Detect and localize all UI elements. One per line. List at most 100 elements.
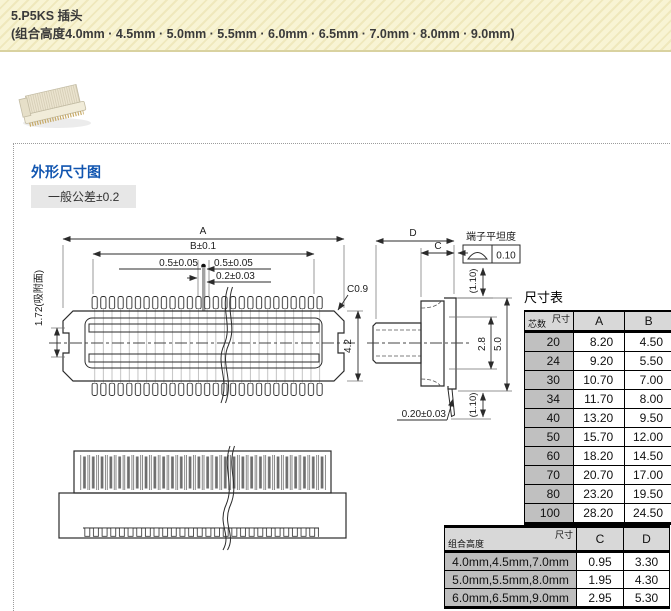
pins-cell: 70 <box>524 465 574 485</box>
dim-b-label: B±0.1 <box>190 241 216 252</box>
section-title: 外形尺寸图 <box>31 164 101 180</box>
c-cell: 2.95 <box>576 588 624 608</box>
top-pin-row <box>90 296 324 309</box>
size-table: 尺寸 芯数 A B 20 8.20 4.50 24 9.20 5.50 30 10.70 7… <box>524 310 671 525</box>
dim-02-label: 0.2±0.03 <box>216 271 255 282</box>
teeth-row <box>83 528 319 537</box>
corner-label-pins: 芯数 <box>528 319 547 329</box>
table-row: 40 13.20 9.50 <box>524 408 671 428</box>
flatness-value: 0.10 <box>496 251 516 262</box>
table-row: 100 28.20 24.50 <box>524 503 671 524</box>
a-cell: 18.20 <box>572 446 626 466</box>
pins-cell: 34 <box>524 389 574 409</box>
a-cell: 10.70 <box>572 370 626 390</box>
a-cell: 11.70 <box>572 389 626 409</box>
height-table-corner-cell: 尺寸 组合高度 <box>444 526 577 553</box>
table-row: 6.0mm,6.5mm,9.0mm 2.95 5.30 <box>444 588 670 608</box>
dim-a-label: A <box>200 226 207 237</box>
slot-row <box>80 455 326 490</box>
paren-110-bottom-label: (1.10) <box>468 393 479 418</box>
corner-label-stack-height: 组合高度 <box>448 539 485 549</box>
height-cell: 5.0mm,5.5mm,8.0mm <box>444 570 577 589</box>
flatness-tolerance-box: 0.10 <box>462 244 521 264</box>
dim-28-label: 2.8 <box>477 337 488 351</box>
product-header: 5.P5KS 插头 (组合高度4.0mm · 4.5mm · 5.0mm · 5… <box>0 0 671 52</box>
terminal-flatness-label: 端子平坦度 <box>466 230 516 243</box>
pickup-face-label: 1.72(吸附面) <box>32 270 45 326</box>
b-cell: 8.00 <box>624 389 671 409</box>
pins-cell: 20 <box>524 331 574 352</box>
corner-label-size: 尺寸 <box>551 314 570 324</box>
b-cell: 7.00 <box>624 370 671 390</box>
height-cell: 6.0mm,6.5mm,9.0mm <box>444 588 577 608</box>
a-cell: 20.70 <box>572 465 626 485</box>
dim-half-left-label: 0.5±0.05 <box>159 258 198 269</box>
d-cell: 4.30 <box>623 570 670 589</box>
table-row: 34 11.70 8.00 <box>524 389 671 409</box>
b-cell: 19.50 <box>624 484 671 504</box>
a-cell: 15.70 <box>572 427 626 447</box>
size-table-corner-cell: 尺寸 芯数 <box>524 310 574 333</box>
col-header-b: B <box>624 310 671 333</box>
col-header-a: A <box>572 310 626 333</box>
b-cell: 17.00 <box>624 465 671 485</box>
connector-body-outline <box>62 310 345 382</box>
b-cell: 12.00 <box>624 427 671 447</box>
b-cell: 4.50 <box>624 331 671 352</box>
paren-110-top-label: (1.10) <box>468 269 479 294</box>
pins-cell: 100 <box>524 503 574 524</box>
size-table-header-row: 尺寸 芯数 A B <box>524 310 671 333</box>
pins-cell: 24 <box>524 351 574 371</box>
table-row: 5.0mm,5.5mm,8.0mm 1.95 4.30 <box>444 570 670 589</box>
col-header-c: C <box>576 526 624 553</box>
a-cell: 13.20 <box>572 408 626 428</box>
height-table-header-row: 尺寸 组合高度 C D <box>444 526 670 553</box>
outline-dimension-panel: 外形尺寸图 一般公差±0.2 A B±0.1 0.5±0.05 0.5±0.05… <box>13 143 671 611</box>
bottom-pin-row <box>90 383 324 396</box>
product-subtitle: (组合高度4.0mm · 4.5mm · 5.0mm · 5.5mm · 6.0… <box>11 27 515 41</box>
c-cell: 0.95 <box>576 551 624 571</box>
front-view-drawing <box>58 445 347 551</box>
product-photo <box>12 76 104 134</box>
chamfer-label: C0.9 <box>347 284 369 295</box>
pins-cell: 80 <box>524 484 574 504</box>
pins-cell: 60 <box>524 446 574 466</box>
a-cell: 23.20 <box>572 484 626 504</box>
height-table: 尺寸 组合高度 C D 4.0mm,4.5mm,7.0mm 0.95 3.30 5.… <box>444 525 670 609</box>
d-cell: 3.30 <box>623 551 670 571</box>
table-row: 4.0mm,4.5mm,7.0mm 0.95 3.30 <box>444 551 670 571</box>
corner-label-size: 尺寸 <box>554 530 573 540</box>
b-cell: 14.50 <box>624 446 671 466</box>
general-tolerance-badge: 一般公差±0.2 <box>31 185 137 208</box>
table-row: 24 9.20 5.50 <box>524 351 671 371</box>
top-view-drawing: A B±0.1 0.5±0.05 0.5±0.05 0.2±0.03 C0.9 … <box>32 226 369 404</box>
table-row: 80 23.20 19.50 <box>524 484 671 504</box>
size-table-title: 尺寸表 <box>524 290 564 305</box>
a-cell: 9.20 <box>572 351 626 371</box>
c-cell: 1.95 <box>576 570 624 589</box>
table-row: 70 20.70 17.00 <box>524 465 671 485</box>
dim-c-label: C <box>434 241 441 252</box>
a-cell: 8.20 <box>572 331 626 352</box>
dim-020-label: 0.20±0.03 <box>402 409 447 420</box>
d-cell: 5.30 <box>623 588 670 608</box>
b-cell: 24.50 <box>624 503 671 524</box>
connector-photo-image <box>18 83 91 128</box>
flatness-symbol-icon <box>467 252 488 260</box>
pins-cell: 50 <box>524 427 574 447</box>
col-header-d: D <box>623 526 670 553</box>
dim-half-right-label: 0.5±0.05 <box>214 258 253 269</box>
product-title: 5.P5KS 插头 <box>11 9 83 23</box>
dim-50-label: 5.0 <box>493 337 504 351</box>
table-row: 60 18.20 14.50 <box>524 446 671 466</box>
body-height-label: 4.2 <box>343 339 354 353</box>
dim-d-label: D <box>409 228 416 239</box>
pins-cell: 40 <box>524 408 574 428</box>
a-cell: 28.20 <box>572 503 626 524</box>
pins-cell: 30 <box>524 370 574 390</box>
table-row: 20 8.20 4.50 <box>524 331 671 352</box>
table-row: 50 15.70 12.00 <box>524 427 671 447</box>
table-row: 30 10.70 7.00 <box>524 370 671 390</box>
b-cell: 5.50 <box>624 351 671 371</box>
b-cell: 9.50 <box>624 408 671 428</box>
